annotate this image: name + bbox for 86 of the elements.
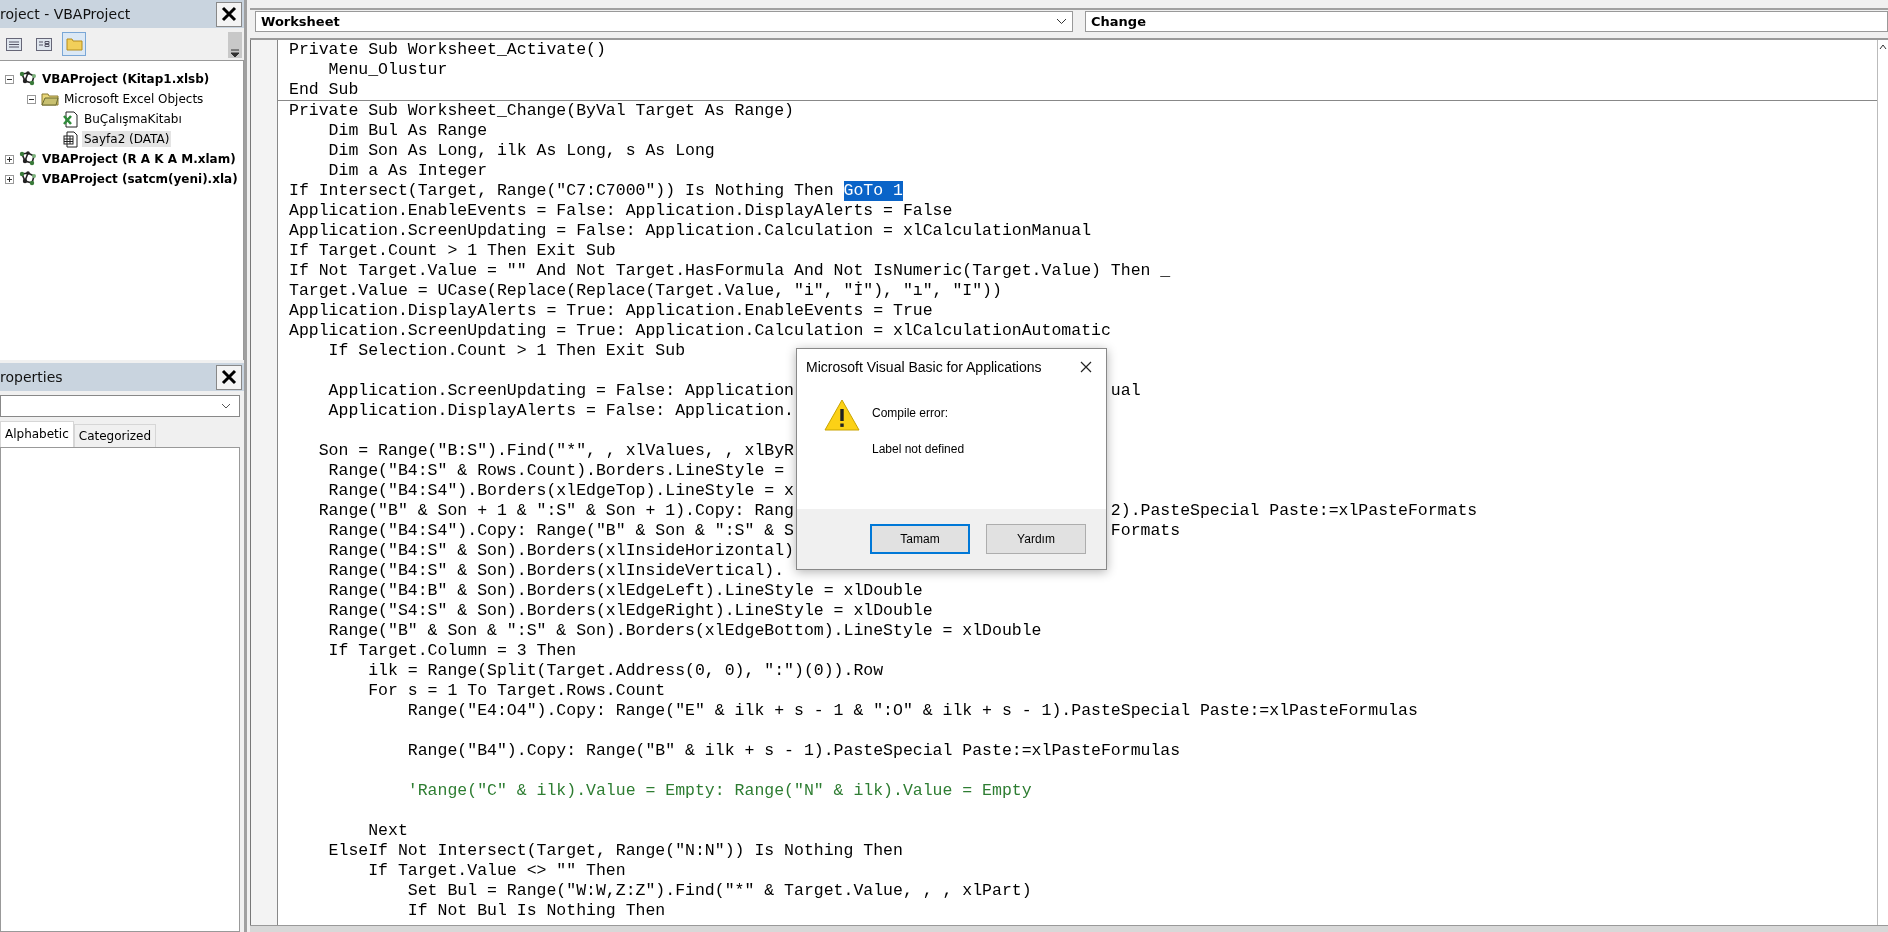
- project-icon: [19, 71, 37, 87]
- project-icon: [19, 171, 37, 187]
- code-line: Menu_Olustur: [327, 60, 448, 80]
- code-line: Application.ScreenUpdating = False: Application: [327, 381, 794, 401]
- scroll-up-icon[interactable]: [1879, 44, 1887, 50]
- code-line: Dim a As Integer: [327, 161, 488, 181]
- code-line: If Target.Count > 1 Then Exit Sub: [289, 241, 616, 261]
- code-line: End Sub: [289, 80, 359, 100]
- tree-item[interactable]: VBAProject (R A K A M.xlam): [40, 151, 238, 167]
- code-line: Range("E4:O4").Copy: Range("E" & ilk + s - 1 & ":O" & ilk + s - 1).PasteSpecial Paste:=xlPasteFormulas: [406, 701, 1418, 721]
- workbook-icon: [63, 110, 79, 128]
- code-line: If Target.Value <> "" Then: [367, 861, 626, 881]
- list-window-icon: [6, 37, 22, 51]
- close-icon: [1080, 361, 1092, 373]
- code-line: Application.EnableEvents = False: Application.DisplayAlerts = False: [289, 201, 953, 221]
- warning-icon: [824, 399, 860, 431]
- code-line: Son = Range("B:S").Find("*", , xlValues, , xlByR: [317, 441, 794, 461]
- expand-icon[interactable]: [4, 154, 14, 164]
- tree-item[interactable]: VBAProject (Kitap1.xlsb): [40, 71, 212, 87]
- vertical-scrollbar[interactable]: [1877, 40, 1888, 925]
- object-dropdown[interactable]: [0, 395, 240, 417]
- project-icon: [19, 151, 37, 167]
- code-line: Range("B4:B" & Son).Borders(xlEdgeLeft).LineStyle = xlDouble: [327, 581, 923, 601]
- code-line: Private Sub Worksheet_Change(ByVal Target As Range): [289, 101, 794, 121]
- code-line: 2).PasteSpecial Paste:=xlPasteFormats: [1110, 501, 1478, 521]
- code-line: If Selection.Count > 1 Then Exit Sub: [327, 341, 686, 361]
- code-line: Range("B4").Copy: Range("B" & ilk + s - 1).PasteSpecial Paste:=xlPasteFormulas: [406, 741, 1181, 761]
- dialog-button[interactable]: Yardım: [986, 524, 1086, 554]
- code-line: Private Sub Worksheet_Activate(): [289, 40, 606, 60]
- collapse-icon[interactable]: [4, 74, 14, 84]
- scroll-down-icon[interactable]: [230, 48, 240, 58]
- tree-item[interactable]: BuÇalışmaKitabı: [82, 111, 184, 127]
- panel-title: roperties: [0, 369, 63, 385]
- code-line: Range("B4:S" & Son).Borders(xlInsideHorizontal): [327, 541, 794, 561]
- code-line: Next: [367, 821, 408, 841]
- sheet-icon: [63, 130, 79, 148]
- code-line: Range("B4:S4").Borders(xlEdgeTop).LineStyle = x: [327, 481, 794, 501]
- code-line: Range("B4:S4").Copy: Range("B" & Son & ":S" & S: [327, 521, 794, 541]
- object-dropdown[interactable]: Worksheet: [255, 11, 1073, 32]
- code-line: Application.ScreenUpdating = False: Application.Calculation = xlCalculationManual: [289, 221, 1092, 241]
- code-line: ElseIf Not Intersect(Target, Range("N:N")) Is Nothing Then: [327, 841, 903, 861]
- code-line: Application.DisplayAlerts = True: Application.EnableEvents = True: [289, 301, 933, 321]
- code-line: Range("B" & Son & ":S" & Son).Borders(xlEdgeBottom).LineStyle = xlDouble: [327, 621, 1042, 641]
- close-button[interactable]: [216, 1, 242, 27]
- code-line: Application.DisplayAlerts = False: Application.: [327, 401, 794, 421]
- code-line: ilk = Range(Split(Target.Address(0, 0), ":")(0)).Row: [367, 661, 884, 681]
- code-line: Dim Son As Long, ilk As Long, s As Long: [327, 141, 715, 161]
- code-line: If Not Bul Is Nothing Then: [406, 901, 666, 921]
- chevron-down-icon: [221, 403, 231, 409]
- selected-text: GoTo 1: [843, 181, 903, 201]
- code-line: Range("B" & Son + 1 & ":S" & Son + 1).Copy: Rang: [317, 501, 794, 521]
- code-line: If Not Target.Value = "" And Not Target.HasFormula And Not IsNumeric(Target.Value) Then _: [289, 261, 1171, 281]
- tree-item[interactable]: VBAProject (satcm(yeni).xla): [40, 171, 240, 187]
- tab[interactable]: Alphabetic: [0, 421, 74, 447]
- code-line: If Intersect(Target, Range("C7:C7000")) Is Nothing Then: [289, 181, 835, 201]
- code-line: Application.ScreenUpdating = True: Application.Calculation = xlCalculationAutomatic: [289, 321, 1111, 341]
- dialog-button[interactable]: Tamam: [870, 524, 970, 554]
- collapse-icon[interactable]: [26, 94, 36, 104]
- code-line: Range("B4:S" & Son).Borders(xlInsideVertical).: [327, 561, 785, 581]
- close-icon: [221, 369, 237, 385]
- code-line: Formats: [1110, 521, 1181, 541]
- tree-item[interactable]: Sayfa2 (DATA): [82, 131, 172, 147]
- chevron-down-icon: [1056, 18, 1067, 25]
- code-line: Dim Bul As Range: [327, 121, 488, 141]
- folder-icon: [41, 92, 59, 106]
- tab[interactable]: Categorized: [73, 424, 157, 447]
- code-line: For s = 1 To Target.Rows.Count: [367, 681, 666, 701]
- error-message: Label not defined: [872, 442, 965, 456]
- code-line: If Target.Column = 3 Then: [327, 641, 577, 661]
- error-heading: Compile error:: [872, 406, 950, 420]
- code-line: ual: [1110, 381, 1141, 401]
- expand-icon[interactable]: [4, 174, 14, 184]
- panel-title: roject - VBAProject: [0, 6, 131, 22]
- procedure-dropdown[interactable]: Change: [1085, 11, 1888, 32]
- tree-item[interactable]: Microsoft Excel Objects: [62, 91, 206, 107]
- code-comment: 'Range("C" & ilk).Value = Empty: Range("N" & ilk).Value = Empty: [406, 781, 1032, 801]
- close-button[interactable]: [216, 364, 242, 390]
- code-line: Range("B4:S" & Rows.Count).Borders.LineStyle =: [327, 461, 785, 481]
- code-line: Set Bul = Range("W:W,Z:Z").Find("*" & Target.Value, , , xlPart): [406, 881, 1032, 901]
- close-icon: [221, 6, 237, 22]
- horizontal-scrollbar[interactable]: [250, 925, 1888, 932]
- code-line: Target.Value = UCase(Replace(Replace(Target.Value, "i", "İ"), "ı", "I")): [289, 281, 1002, 301]
- dialog-title: Microsoft Visual Basic for Applications: [806, 359, 1042, 375]
- folder-icon: [65, 37, 83, 51]
- code-line: Range("S4:S" & Son).Borders(xlEdgeRight).LineStyle = xlDouble: [327, 601, 933, 621]
- form-window-icon: [36, 37, 52, 51]
